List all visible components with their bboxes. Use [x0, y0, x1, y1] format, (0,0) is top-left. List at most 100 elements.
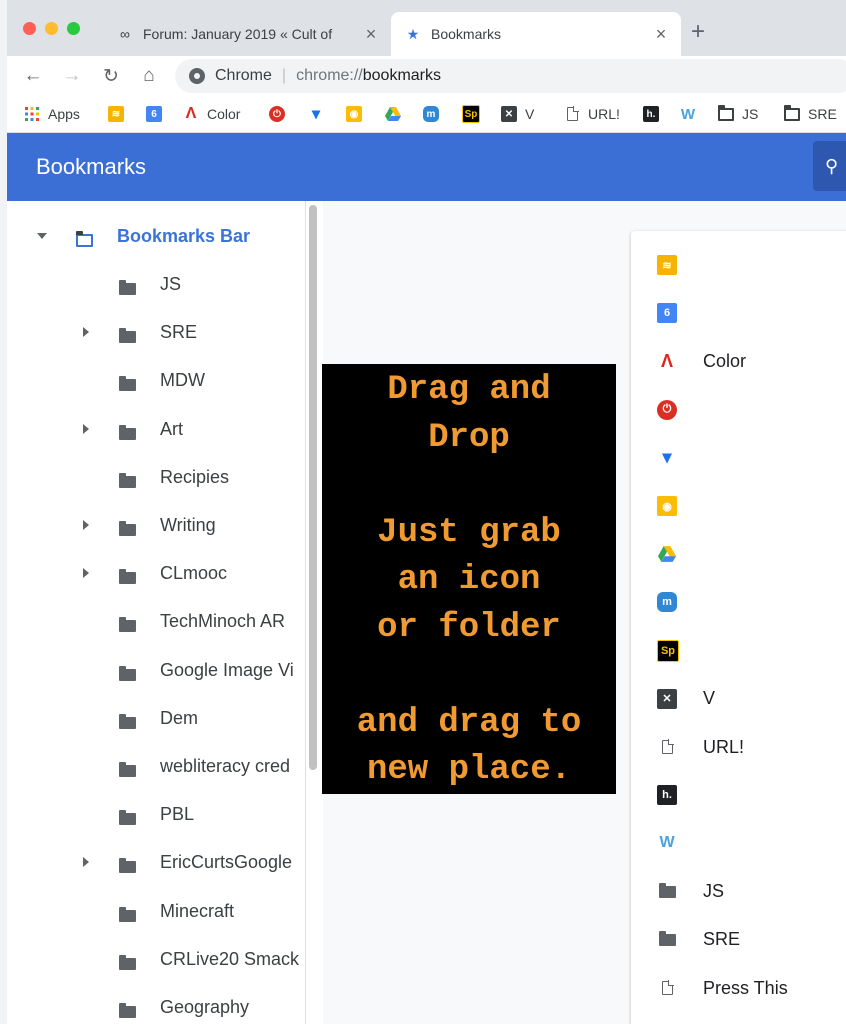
tree-item[interactable]: Recipies	[7, 453, 305, 501]
tree-item[interactable]: CLmooc	[7, 549, 305, 597]
tree-item[interactable]: EricCurtsGoogle	[7, 838, 305, 886]
folder-icon	[119, 424, 136, 445]
new-tab-button[interactable]: +	[691, 18, 705, 46]
bookmark-list-item[interactable]	[631, 530, 846, 578]
bookmark-list-item[interactable]: JS	[631, 868, 846, 916]
bookmark-list-item[interactable]: ▾	[631, 434, 846, 482]
overlay-line: an icon	[397, 561, 541, 599]
bookmark-list-item[interactable]: Press This	[631, 964, 846, 1012]
close-window-button[interactable]	[23, 22, 36, 35]
tree-item-label: TechMinoch AR	[160, 611, 286, 632]
bookmark-list-label: SRE	[703, 929, 741, 950]
bookmark-hypothesis[interactable]: h.	[643, 104, 667, 124]
bookmark-label: SRE	[808, 106, 837, 122]
bookmark-apps[interactable]: Apps	[24, 104, 80, 124]
tree-item[interactable]: Writing	[7, 501, 305, 549]
folder-icon	[119, 761, 136, 782]
expand-arrow-icon[interactable]	[83, 520, 89, 530]
bookmark-v[interactable]: ✕ V	[501, 104, 534, 124]
tree-item-label: Minecraft	[160, 900, 235, 921]
tree-item[interactable]: PBL	[7, 790, 305, 838]
bookmark-list-item[interactable]: m	[631, 578, 846, 626]
close-tab-icon[interactable]: ×	[359, 24, 383, 45]
bookmark-keep[interactable]: ◉	[346, 104, 370, 124]
bookmark-mastodon[interactable]: m	[423, 104, 447, 124]
tree-item-label: PBL	[160, 804, 195, 825]
bookmark-list-item[interactable]: ◉	[631, 482, 846, 530]
forward-button[interactable]: →	[60, 64, 84, 88]
folder-icon	[657, 930, 677, 950]
url-scheme: chrome://	[296, 67, 363, 84]
bookmark-vivaldi[interactable]: ▾	[308, 104, 332, 124]
folder-icon	[119, 375, 136, 396]
bookmark-list-item[interactable]: Sp	[631, 627, 846, 675]
tree-item[interactable]: Google Image Vi	[7, 646, 305, 694]
bookmark-list-label: Press This	[703, 977, 788, 998]
folder-icon	[119, 857, 136, 878]
bookmark-list-item[interactable]: 6	[631, 289, 846, 337]
folder-tree: Bookmarks Bar JS SRE MDW Art Recipies Writing…	[7, 201, 306, 1024]
bookmark-list-item[interactable]: ⏻	[631, 386, 846, 434]
bookmark-list-item[interactable]: h.	[631, 771, 846, 819]
bookmark-list-item[interactable]: URL!	[631, 723, 846, 771]
tree-item[interactable]: TechMinoch AR	[7, 597, 305, 645]
sidebar-scrollbar[interactable]	[309, 205, 317, 770]
address-bar[interactable]: Chrome | chrome:// bookmarks	[175, 59, 846, 93]
tree-item-label: Writing	[160, 515, 216, 535]
bookmark-feed[interactable]: ≋	[108, 104, 132, 124]
bookmark-color[interactable]: Λ Color	[183, 104, 241, 124]
bookmark-list-item[interactable]: Λ Color	[631, 337, 846, 385]
tree-item[interactable]: webliteracy cred	[7, 742, 305, 790]
bookmark-list-item[interactable]: W	[631, 819, 846, 867]
bookmark-list: ≋ 6 Λ Color ⏻ ▾ ◉ m Sp ✕ V URL! h. W JS SRE Press This	[631, 231, 846, 1024]
feed-icon: ≋	[108, 106, 124, 122]
bookmark-drive[interactable]	[385, 104, 409, 124]
bookmark-list-item[interactable]: ✕ V	[631, 675, 846, 723]
tree-item[interactable]: MDW	[7, 356, 305, 404]
tree-item[interactable]: Geography	[7, 983, 305, 1024]
reload-button[interactable]: ↻	[99, 64, 123, 88]
bookmark-calendar[interactable]: 6	[146, 104, 170, 124]
bookmark-label: URL!	[588, 106, 620, 122]
bookmark-label: JS	[742, 106, 759, 122]
back-button[interactable]: ←	[21, 64, 45, 88]
tree-item[interactable]: SRE	[7, 308, 305, 356]
expand-arrow-icon[interactable]	[83, 423, 89, 434]
bookmark-spark[interactable]: Sp	[462, 104, 488, 124]
tree-item[interactable]: JS	[7, 260, 305, 308]
spark-icon: Sp	[462, 105, 480, 123]
bookmark-list-item[interactable]: ≋	[631, 241, 846, 289]
bookmark-list-item[interactable]: SRE	[631, 916, 846, 964]
expand-arrow-icon[interactable]	[37, 233, 47, 239]
power-icon: ⏻	[657, 399, 677, 420]
page-icon	[657, 737, 677, 757]
tab-forum[interactable]: ∞ Forum: January 2019 « Cult of ×	[107, 12, 391, 56]
overlay-line	[322, 652, 616, 700]
expand-arrow-icon[interactable]	[83, 857, 89, 868]
expand-arrow-icon[interactable]	[83, 327, 89, 338]
tree-item-label: Recipies	[160, 466, 230, 487]
minimize-window-button[interactable]	[45, 22, 58, 35]
bookmark-folder-sre[interactable]: SRE	[784, 104, 837, 124]
bookmark-folder-js[interactable]: JS	[718, 104, 758, 124]
search-icon[interactable]: ⚲	[813, 141, 846, 191]
tree-item-label: EricCurtsGoogle	[160, 852, 293, 873]
tree-item[interactable]: CRLive20 Smack	[7, 935, 305, 983]
overlay-line: new place.	[366, 751, 572, 789]
mastodon-icon: m	[423, 106, 439, 122]
tree-item[interactable]: Art	[7, 405, 305, 453]
expand-arrow-icon[interactable]	[83, 568, 89, 579]
close-tab-icon[interactable]: ×	[649, 24, 673, 45]
page-icon	[564, 106, 580, 122]
bookmark-power[interactable]: ⏻	[269, 104, 293, 124]
home-button[interactable]: ⌂	[137, 64, 161, 88]
tree-item[interactable]: Dem	[7, 694, 305, 742]
bookmark-w[interactable]: W	[680, 104, 704, 124]
bookmark-url[interactable]: URL!	[564, 104, 620, 124]
calendar-icon: 6	[657, 303, 677, 324]
tab-bookmarks[interactable]: ★ Bookmarks ×	[391, 12, 681, 56]
tree-root[interactable]: Bookmarks Bar	[7, 212, 305, 260]
tree-item-label: webliteracy cred	[160, 756, 291, 776]
tree-item[interactable]: Minecraft	[7, 887, 305, 935]
zoom-window-button[interactable]	[67, 22, 80, 35]
